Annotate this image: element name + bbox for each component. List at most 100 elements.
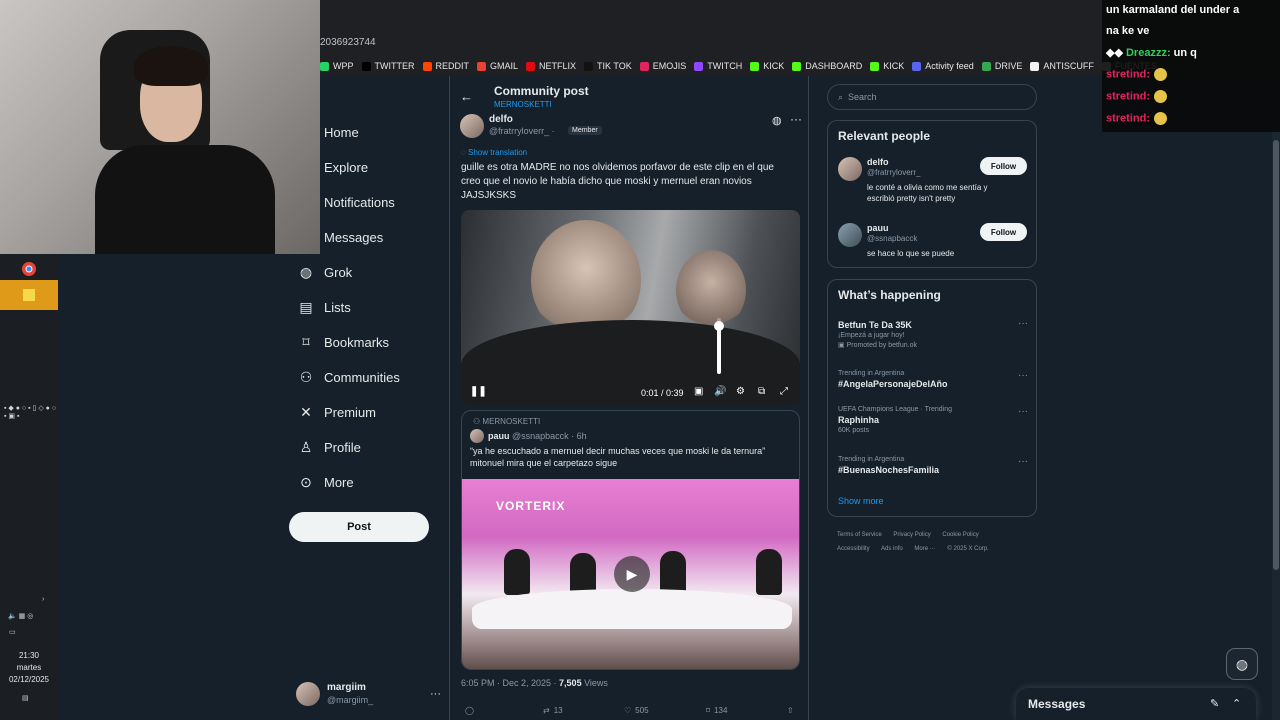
volume-icon[interactable]: 🔊 xyxy=(714,386,726,397)
post-author: delfo @fratrryloverr_ · Member ◍ ··· xyxy=(460,112,802,138)
bookmark-label: KICK xyxy=(883,61,905,71)
captions-icon[interactable]: ▣ xyxy=(694,386,703,397)
sidebar-item-lists[interactable]: ▤ Lists xyxy=(290,290,440,325)
tray-icons[interactable]: ▪ ◆ ● ○ ▪ ▯ ◇ ● ○ ▪ ▣ ▪ xyxy=(4,404,58,420)
settings-icon[interactable]: ⚙ xyxy=(736,386,745,397)
footer-link[interactable]: Ads info xyxy=(881,546,903,552)
bookmark-item[interactable]: TWITTER xyxy=(361,61,415,71)
reply-icon[interactable]: ◯ xyxy=(465,706,474,715)
sidebar-item-premium[interactable]: ✕ Premium xyxy=(290,395,440,430)
bookmark-icon: ⌑ xyxy=(706,706,711,715)
avatar[interactable] xyxy=(460,114,484,138)
page-title: Community post xyxy=(494,84,589,98)
sticky-notes-icon[interactable] xyxy=(0,280,58,310)
footer-link[interactable]: Accessibility xyxy=(837,546,870,552)
volume-slider[interactable] xyxy=(714,318,724,374)
bookmark-item[interactable]: NETFLIX xyxy=(526,61,576,71)
bookmark-item[interactable]: ANTISCUFF xyxy=(1030,61,1094,71)
more-dots-icon[interactable]: ··· xyxy=(1018,456,1028,467)
trend-item[interactable]: Betfun Te Da 35K ¡Empezá a jugar hoy! ▣ … xyxy=(838,318,1030,349)
bookmark-item[interactable]: EMOJIS xyxy=(639,61,686,71)
person-name[interactable]: pauu xyxy=(867,223,889,233)
author-handle[interactable]: @fratrryloverr_ · xyxy=(489,126,555,136)
trend-item[interactable]: Trending in Argentina #BuenasNochesFamil… xyxy=(838,456,1030,475)
bookmark-button[interactable]: ⌑ 134 xyxy=(706,706,727,715)
search-field[interactable]: ⌕ Search xyxy=(827,84,1037,110)
taskbar-clock[interactable]: 21:30 martes 02/12/2025 xyxy=(0,650,58,686)
sidebar-item-explore[interactable]: Explore xyxy=(290,150,440,185)
person-row[interactable]: pauu @ssnapbacck se hace lo que se puede… xyxy=(838,223,1030,273)
quoted-post[interactable]: ⚇ MERNOSKETTI pauu @ssnapbacck · 6h “ya … xyxy=(461,410,800,670)
bookmark-item[interactable]: DASHBOARD xyxy=(792,61,862,71)
back-arrow-icon[interactable]: ← xyxy=(460,89,473,104)
repost-count: 13 xyxy=(553,706,563,715)
sidebar-item-communities[interactable]: ⚇ Communities xyxy=(290,360,440,395)
post-button[interactable]: Post xyxy=(289,512,429,542)
messages-drawer[interactable]: Messages ✎ ⌃ xyxy=(1016,688,1256,720)
sidebar-item-bookmarks[interactable]: ⌑ Bookmarks xyxy=(290,325,440,360)
show-translation-link[interactable]: ◌ Show translation xyxy=(461,148,527,157)
bookmark-item[interactable]: KICK xyxy=(870,61,904,71)
sidebar-item-profile[interactable]: ♙ Profile xyxy=(290,430,440,465)
bookmark-item[interactable]: WPP xyxy=(320,61,354,71)
account-switcher[interactable]: margiim @margiim_ ··· xyxy=(296,680,441,708)
quote-text: “ya he escuchado a mernuel decir muchas … xyxy=(470,446,766,468)
footer-link[interactable]: Privacy Policy xyxy=(893,532,930,538)
bookmark-item[interactable]: TWITCH xyxy=(694,61,742,71)
sidebar-item-messages[interactable]: Messages xyxy=(290,220,440,255)
pip-icon[interactable]: ⧉ xyxy=(758,386,765,397)
person-name[interactable]: delfo xyxy=(867,157,889,167)
bookmark-label: DRIVE xyxy=(994,61,1023,71)
footer-link[interactable]: More ··· xyxy=(914,546,935,552)
follow-button[interactable]: Follow xyxy=(980,223,1027,241)
emote-icon xyxy=(1154,90,1167,103)
grok-icon[interactable]: ◍ xyxy=(772,114,782,127)
bookmark-item[interactable]: DRIVE xyxy=(981,61,1023,71)
trend-item[interactable]: Trending in Argentina #AngelaPersonajeDe… xyxy=(838,370,1030,389)
footer-link[interactable]: Cookie Policy xyxy=(942,532,978,538)
play-icon[interactable]: ▶ xyxy=(614,556,650,592)
sidebar-item-home[interactable]: Home xyxy=(290,115,440,150)
grok-button[interactable]: ◍ xyxy=(1226,648,1258,680)
footer-link[interactable]: Terms of Service xyxy=(837,532,882,538)
show-more-link[interactable]: Show more xyxy=(838,496,884,506)
trend-subtitle: ¡Empezá a jugar hoy! xyxy=(838,332,905,339)
more-dots-icon[interactable]: ··· xyxy=(1018,370,1028,381)
video-thumbnail[interactable]: VORTERIX ▶ xyxy=(462,479,799,669)
trend-item[interactable]: UEFA Champions League · Trending Raphinh… xyxy=(838,406,1030,434)
sidebar-item-more[interactable]: ⊙ More xyxy=(290,465,440,500)
share-icon[interactable]: ⇧ xyxy=(787,706,794,715)
chevron-right-icon[interactable]: › xyxy=(42,596,44,603)
bookmark-item[interactable]: GMAIL xyxy=(477,61,518,71)
author-name[interactable]: delfo xyxy=(489,114,513,125)
video-player[interactable]: ❚❚ 0:01 / 0:39 ▣ 🔊 ⚙ ⧉ ⤢ xyxy=(461,210,800,406)
chat-username: stretind: xyxy=(1106,90,1150,103)
follow-button[interactable]: Follow xyxy=(980,157,1027,175)
more-dots-icon[interactable]: ··· xyxy=(1018,318,1028,329)
more-dots-icon[interactable]: ··· xyxy=(430,688,441,700)
pause-icon[interactable]: ❚❚ xyxy=(470,386,487,397)
bookmark-item[interactable]: TIK TOK xyxy=(584,61,632,71)
bookmark-item[interactable]: REDDIT xyxy=(422,61,469,71)
notification-icon[interactable]: ▤ xyxy=(22,694,29,702)
volume-icon[interactable]: 🔈 ▦ ◎ xyxy=(8,612,33,620)
more-dots-icon[interactable]: ··· xyxy=(1018,406,1028,417)
network-icon[interactable]: ▭ xyxy=(9,628,16,636)
sidebar-item-notifications[interactable]: Notifications xyxy=(290,185,440,220)
person-row[interactable]: delfo @fratrryloverr_ le conté a olivia … xyxy=(838,157,1030,207)
url-text[interactable]: 2036923744 xyxy=(320,37,376,48)
compose-icon[interactable]: ✎ xyxy=(1210,697,1219,710)
repost-button[interactable]: ⇄ 13 xyxy=(543,706,563,715)
fullscreen-icon[interactable]: ⤢ xyxy=(780,386,788,397)
avatar[interactable] xyxy=(838,157,862,181)
chevron-up-icon[interactable]: ⌃ xyxy=(1232,697,1241,710)
community-link[interactable]: MERNOSKETTI xyxy=(494,100,552,109)
sidebar-item-grok[interactable]: ◍ Grok xyxy=(290,255,440,290)
more-dots-icon[interactable]: ··· xyxy=(790,112,802,126)
bookmark-item[interactable]: KICK xyxy=(750,61,784,71)
bookmark-item[interactable]: Activity feed xyxy=(912,61,974,71)
scrollbar-thumb[interactable] xyxy=(1273,140,1279,570)
like-button[interactable]: ♡ 505 xyxy=(624,706,649,715)
avatar[interactable] xyxy=(838,223,862,247)
bookmark-icon: ⌑ xyxy=(302,334,310,350)
